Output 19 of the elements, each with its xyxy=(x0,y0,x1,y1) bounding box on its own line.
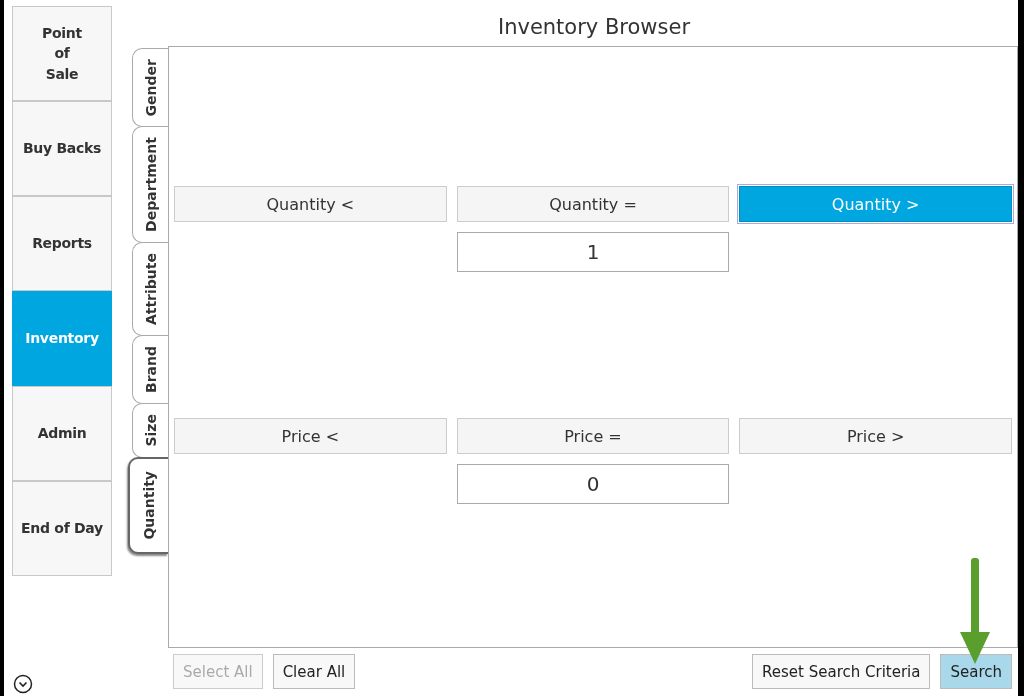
comparison-button[interactable]: Quantity < xyxy=(174,186,447,222)
vertical-tab[interactable]: Quantity xyxy=(128,456,168,554)
vertical-tab[interactable]: Gender xyxy=(132,48,168,128)
sidebar-item[interactable]: End of Day xyxy=(12,481,112,576)
sidebar-item[interactable]: Buy Backs xyxy=(12,101,112,196)
comparison-button[interactable]: Quantity = xyxy=(456,186,730,222)
clear-all-button[interactable]: Clear All xyxy=(272,654,356,689)
comparison-button[interactable]: Price > xyxy=(739,418,1012,454)
comparison-button[interactable]: Price = xyxy=(456,418,730,454)
sidebar-item[interactable]: Admin xyxy=(12,386,112,481)
page-title: Inventory Browser xyxy=(496,14,692,41)
value-input-field[interactable]: 0 xyxy=(456,464,730,504)
comparison-button[interactable]: Price < xyxy=(174,418,447,454)
sidebar-item[interactable]: Point of Sale xyxy=(12,6,112,101)
chevron-down-icon[interactable] xyxy=(13,674,33,694)
search-button[interactable]: Search xyxy=(940,654,1012,689)
value-input-field[interactable]: 1 xyxy=(456,232,730,272)
sidebar-item[interactable]: Reports xyxy=(12,196,112,291)
reset-button[interactable]: Reset Search Criteria xyxy=(752,654,931,689)
